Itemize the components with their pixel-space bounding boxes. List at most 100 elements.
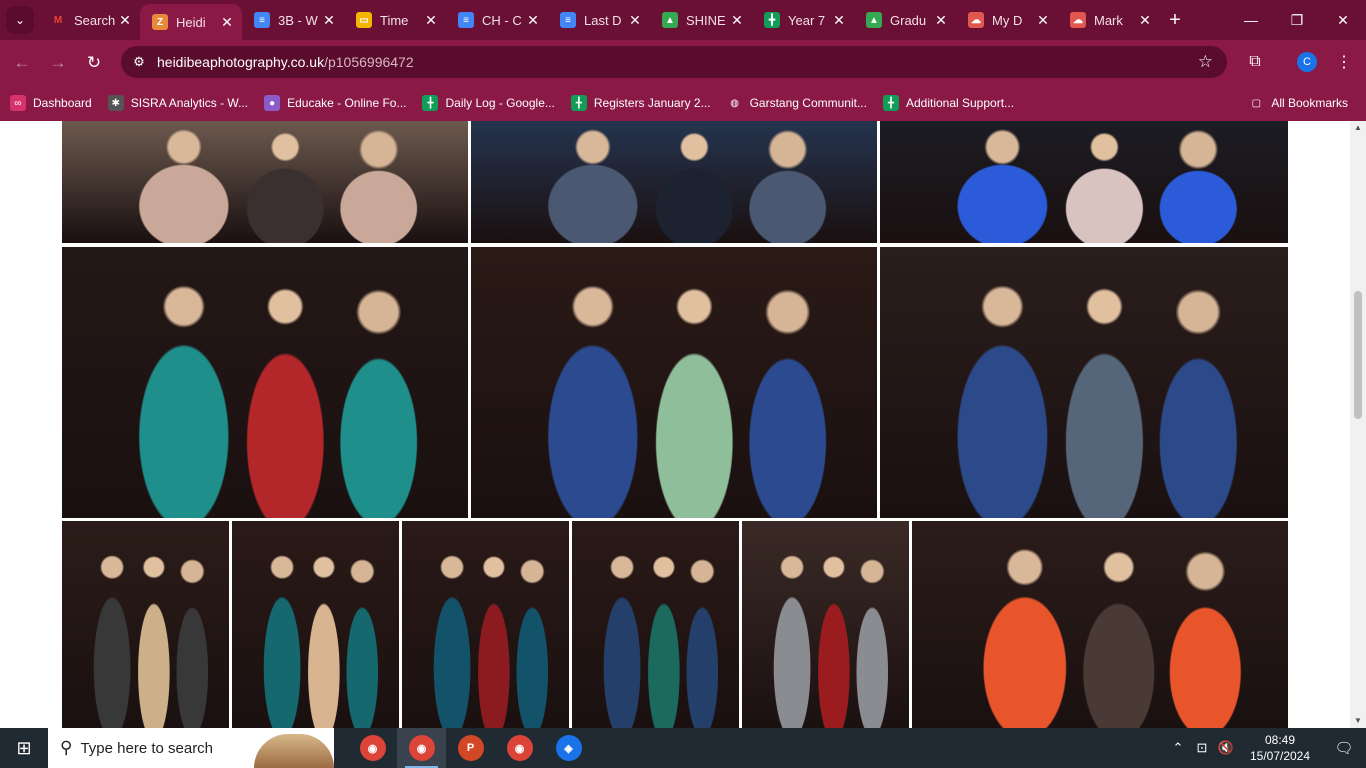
taskbar-app[interactable]: ◉: [397, 728, 446, 768]
start-button[interactable]: ⊞: [0, 728, 48, 768]
globe-icon: ◍: [726, 95, 743, 111]
bookmark-label: Dashboard: [33, 96, 92, 110]
cloud-icon: ☁: [1070, 12, 1086, 28]
network-icon[interactable]: ⊡: [1190, 740, 1214, 756]
profile-avatar[interactable]: C: [1297, 52, 1317, 72]
photo-four-girls-gowns[interactable]: [62, 247, 468, 518]
minimize-button[interactable]: —: [1228, 0, 1274, 40]
close-window-button[interactable]: ✕: [1320, 0, 1366, 40]
taskbar-search-box[interactable]: ⚲ Type here to search: [48, 728, 334, 768]
google-slides-icon: ▭: [356, 12, 372, 28]
scroll-down-arrow[interactable]: ▼: [1350, 714, 1366, 728]
tab-close-icon[interactable]: ✕: [526, 12, 540, 29]
forward-button[interactable]: →: [40, 45, 76, 81]
google-drive-icon: ▲: [662, 12, 678, 28]
search-highlight-image: [254, 734, 334, 768]
taskbar-clock[interactable]: 08:49 15/07/2024: [1238, 732, 1322, 764]
bookmark-item[interactable]: ╋ Registers January 2...: [563, 89, 719, 117]
taskbar-app[interactable]: ◉: [348, 728, 397, 768]
browser-tab[interactable]: ☁ My D ✕: [956, 0, 1058, 40]
bookmark-item[interactable]: ◍ Garstang Communit...: [719, 89, 875, 117]
bookmark-item[interactable]: ∞ Dashboard: [2, 89, 100, 117]
bookmark-item[interactable]: ● Educake - Online Fo...: [256, 89, 414, 117]
scrollbar-thumb[interactable]: [1354, 291, 1362, 419]
educake-icon: ●: [264, 95, 281, 111]
browser-tab[interactable]: M Search ✕: [38, 0, 140, 40]
tab-close-icon[interactable]: ✕: [1036, 12, 1050, 29]
tab-search-button[interactable]: ⌄: [6, 6, 34, 34]
browser-tab[interactable]: ≡ 3B - W ✕: [242, 0, 344, 40]
tab-title: Gradu: [890, 12, 927, 28]
bookmark-item[interactable]: ╋ Additional Support...: [875, 89, 1022, 117]
all-bookmarks-button[interactable]: ▢ All Bookmarks: [1240, 89, 1356, 117]
photo-three-girls-sequins[interactable]: [572, 521, 739, 728]
volume-muted-icon[interactable]: 🔇: [1214, 740, 1238, 756]
tab-close-icon[interactable]: ✕: [934, 12, 948, 29]
google-docs-icon: ≡: [560, 12, 576, 28]
bookmark-label: SISRA Analytics - W...: [130, 96, 249, 110]
tab-close-icon[interactable]: ✕: [118, 12, 132, 29]
url-path: /p1056996472: [324, 54, 414, 70]
browser-menu-icon[interactable]: ⋮: [1336, 48, 1352, 76]
photo-two-girls-teal[interactable]: [232, 521, 399, 728]
new-tab-button[interactable]: +: [1160, 0, 1190, 40]
notifications-icon[interactable]: 🗨: [1322, 739, 1366, 757]
url-domain: heidibeaphotography.co.uk: [157, 54, 325, 70]
google-sheets-icon: ╋: [882, 95, 899, 111]
taskbar-app[interactable]: P: [446, 728, 495, 768]
tab-title: My D: [992, 12, 1023, 28]
tab-close-icon[interactable]: ✕: [424, 12, 438, 29]
tab-close-icon[interactable]: ✕: [1138, 12, 1152, 29]
browser-tab[interactable]: ▭ Time ✕: [344, 0, 446, 40]
tab-title: Time: [380, 12, 409, 28]
photo-girls-dresses-top[interactable]: [880, 121, 1288, 243]
bookmarks-bar: ∞ Dashboard ✱ SISRA Analytics - W... ● Educak…: [0, 85, 1366, 121]
bookmark-item[interactable]: ✱ SISRA Analytics - W...: [100, 89, 256, 117]
browser-tab[interactable]: ▲ SHINE ✕: [650, 0, 752, 40]
taskbar-app[interactable]: ◉: [495, 728, 544, 768]
tab-close-icon[interactable]: ✕: [322, 12, 336, 29]
browser-tab[interactable]: ▲ Gradu ✕: [854, 0, 956, 40]
photo-three-girls-blue-green[interactable]: [471, 247, 877, 518]
url-text[interactable]: heidibeaphotography.co.uk/p1056996472: [157, 54, 414, 70]
photo-girl-waistcoat[interactable]: [62, 521, 229, 728]
back-button[interactable]: ←: [4, 45, 40, 81]
heidi-site-icon: Z: [152, 14, 168, 30]
photo-boy-hat-grey-suit[interactable]: [742, 521, 909, 728]
browser-tab[interactable]: ≡ CH - C ✕: [446, 0, 548, 40]
taskbar-search-placeholder: Type here to search: [80, 739, 214, 757]
powerpoint-icon: P: [457, 735, 484, 761]
bookmark-star-icon[interactable]: ☆: [1198, 52, 1213, 72]
photo-three-girls-orange-sequin[interactable]: [912, 521, 1288, 728]
reload-button[interactable]: ↻: [76, 45, 112, 81]
photo-girl-teal-split-dress[interactable]: [402, 521, 569, 728]
search-icon: ⚲: [60, 738, 73, 757]
browser-tab[interactable]: ≡ Last D ✕: [548, 0, 650, 40]
tray-chevron-icon[interactable]: ⌃: [1166, 740, 1190, 756]
browser-tab[interactable]: ╋ Year 7 ✕: [752, 0, 854, 40]
tab-close-icon[interactable]: ✕: [730, 12, 744, 29]
tab-title: Year 7: [788, 12, 826, 28]
address-bar[interactable]: ⚙ heidibeaphotography.co.uk/p1056996472 …: [121, 46, 1227, 78]
scroll-up-arrow[interactable]: ▲: [1350, 121, 1366, 135]
google-drive-icon: ▲: [866, 12, 882, 28]
site-info-icon[interactable]: ⚙: [121, 54, 157, 70]
infinity-icon: ∞: [10, 95, 26, 111]
tab-title: CH - C: [482, 12, 522, 28]
browser-tab[interactable]: ☁ Mark ✕: [1058, 0, 1160, 40]
restore-button[interactable]: ❐: [1274, 0, 1320, 40]
photo-horse-carriage[interactable]: [62, 121, 468, 243]
tab-title: Heidi: [176, 14, 206, 30]
tab-close-icon[interactable]: ✕: [628, 12, 642, 29]
tab-title: Search: [74, 12, 116, 28]
browser-tab[interactable]: Z Heidi ✕: [140, 4, 242, 40]
bookmark-item[interactable]: ╋ Daily Log - Google...: [414, 89, 562, 117]
tab-close-icon[interactable]: ✕: [832, 12, 846, 29]
photo-boys-suits-top[interactable]: [471, 121, 877, 243]
extensions-icon[interactable]: ⧉: [1243, 44, 1267, 80]
photo-four-boys-blue-suits[interactable]: [880, 247, 1288, 518]
tab-close-icon[interactable]: ✕: [220, 14, 234, 31]
page-scrollbar[interactable]: ▲ ▼: [1350, 121, 1366, 728]
windows-taskbar: ⊞ ⚲ Type here to search ◉ ◉ P ◉ ◈ ⌃ ⊡ 🔇 08:4…: [0, 728, 1366, 768]
taskbar-app[interactable]: ◈: [544, 728, 593, 768]
